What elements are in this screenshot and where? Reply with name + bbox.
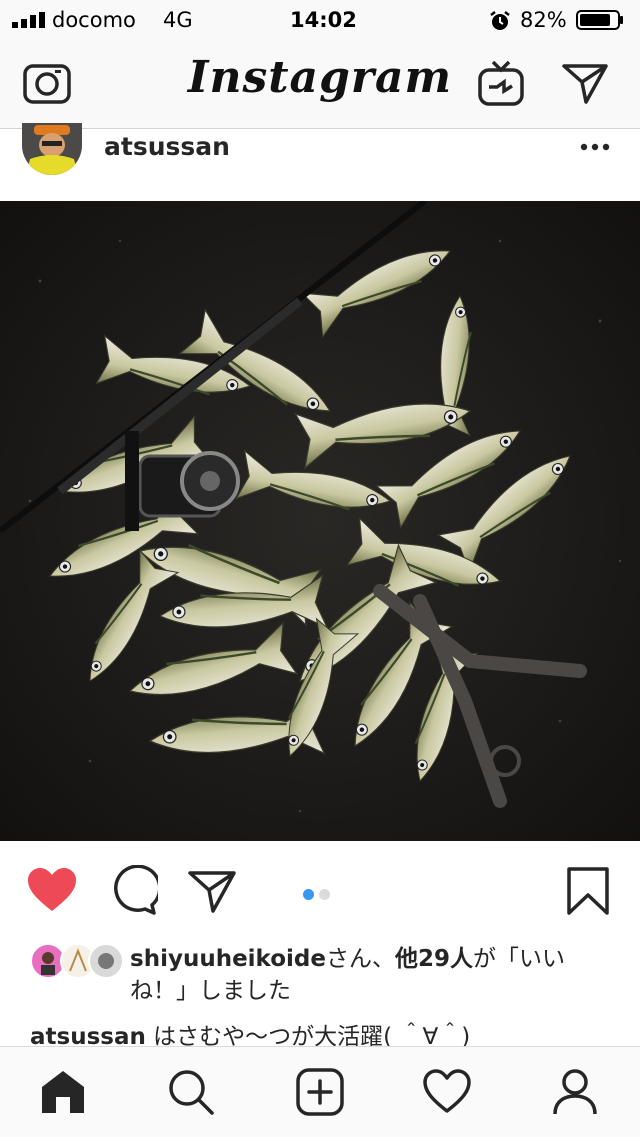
- share-icon[interactable]: [186, 865, 238, 917]
- caption-text: はさむや〜つが大活躍( ＾∀＾): [153, 1024, 471, 1047]
- save-bookmark-icon[interactable]: [562, 865, 614, 917]
- top-nav-bar: Instagram: [0, 40, 640, 129]
- igtv-icon[interactable]: [476, 58, 526, 108]
- direct-message-icon[interactable]: [560, 58, 610, 108]
- bottom-tab-bar: [0, 1046, 640, 1137]
- liker-username[interactable]: shiyuuheikoide: [130, 946, 326, 972]
- likes-others-count[interactable]: 他29人: [395, 946, 473, 972]
- search-icon[interactable]: [166, 1067, 216, 1117]
- post-username[interactable]: atsussan: [104, 132, 230, 161]
- clock: 14:02: [290, 8, 357, 32]
- battery-icon: [576, 10, 623, 30]
- carrier-name: docomo: [52, 8, 136, 32]
- carousel-dot-active: [303, 889, 314, 900]
- post-photo[interactable]: [0, 201, 640, 841]
- like-heart-icon[interactable]: [26, 865, 78, 917]
- profile-icon[interactable]: [550, 1067, 600, 1117]
- status-bar: docomo 4G 14:02 82%: [0, 0, 640, 40]
- activity-heart-icon[interactable]: [422, 1067, 472, 1117]
- fish-catch-image: [0, 201, 640, 841]
- liker-avatar: [88, 943, 124, 979]
- user-avatar[interactable]: [22, 123, 82, 175]
- home-icon[interactable]: [38, 1067, 88, 1117]
- alarm-icon: [490, 11, 510, 30]
- instagram-logo: Instagram: [187, 52, 453, 103]
- signal-icon: [12, 12, 45, 28]
- carousel-dot: [319, 889, 330, 900]
- more-options-icon[interactable]: [578, 137, 612, 157]
- add-post-icon[interactable]: [295, 1067, 345, 1117]
- likes-summary[interactable]: shiyuuheikoideさん、他29人が「いいね！」しました: [30, 943, 620, 1007]
- carousel-indicator: [303, 885, 335, 904]
- post-actions: [0, 841, 640, 936]
- network-type: 4G: [163, 8, 193, 32]
- post-header: atsussan: [0, 123, 640, 201]
- likes-text-san: さん、: [325, 946, 395, 972]
- battery-percent: 82%: [520, 8, 567, 32]
- comment-icon[interactable]: [106, 865, 158, 917]
- post-caption: atsussan はさむや〜つが大活躍( ＾∀＾): [30, 1022, 630, 1047]
- caption-username[interactable]: atsussan: [30, 1024, 146, 1047]
